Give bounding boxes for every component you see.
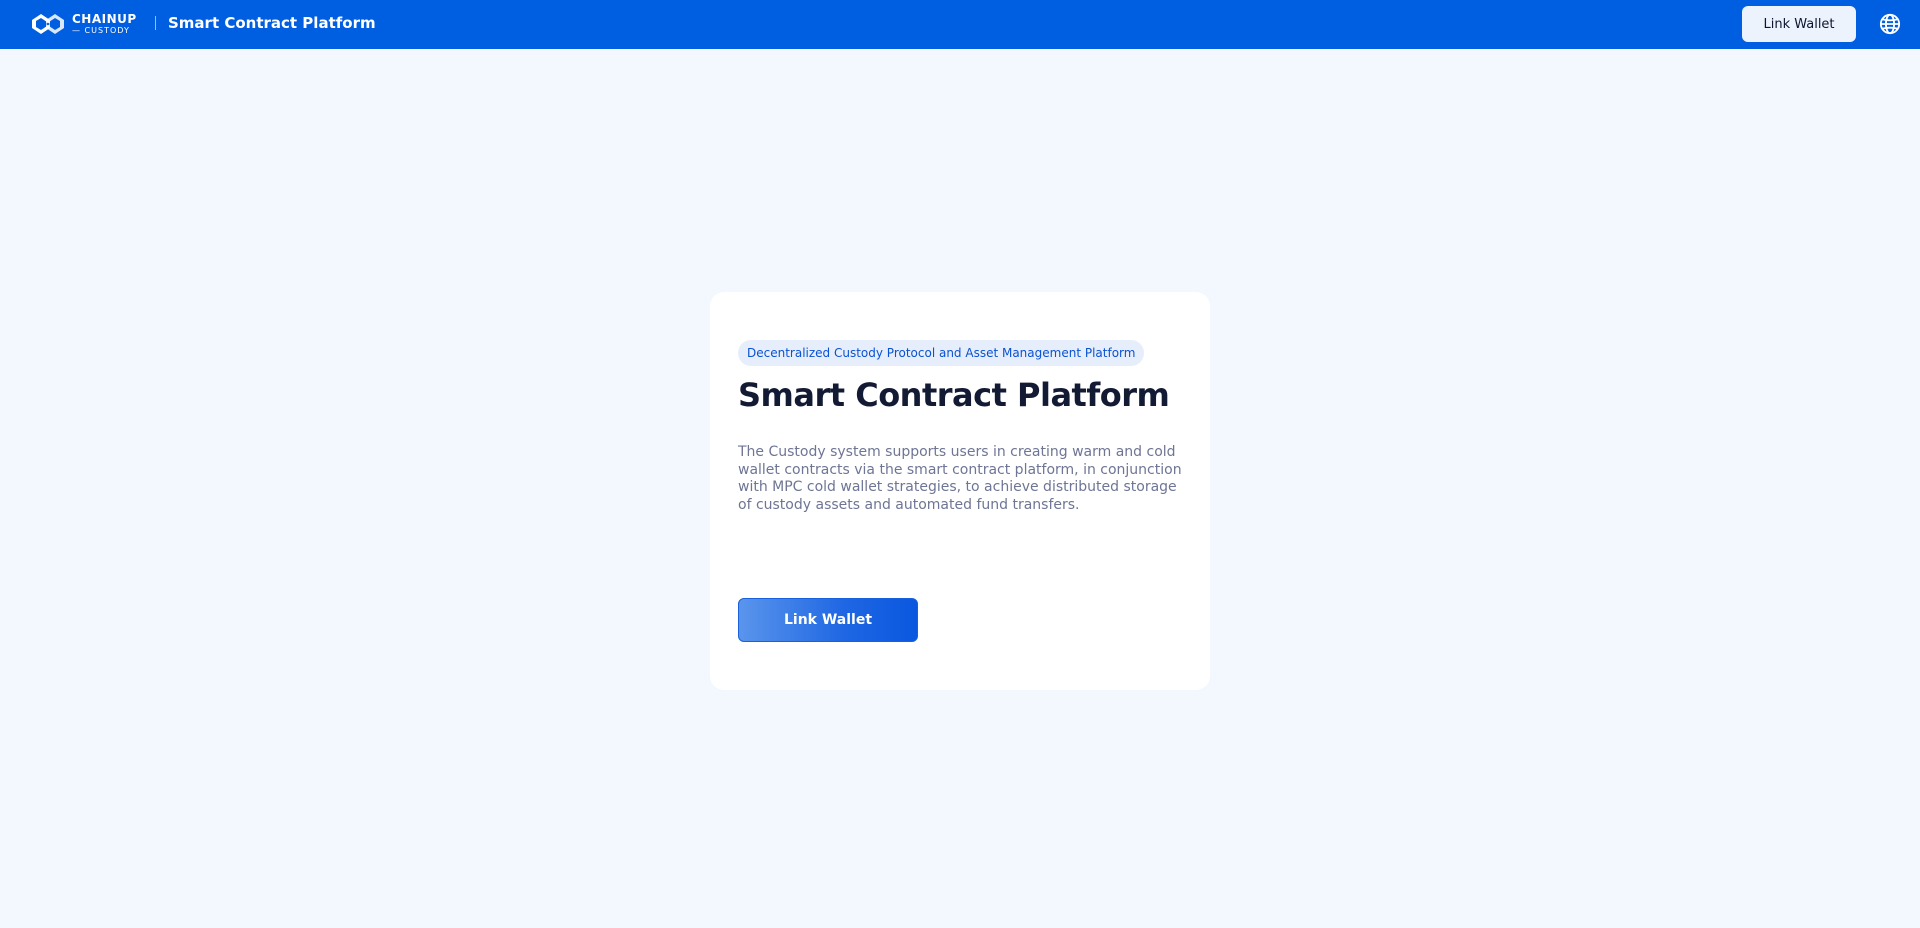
chainup-logo-icon — [32, 14, 64, 34]
card-description: The Custody system supports users in cre… — [738, 444, 1182, 513]
intro-card: Decentralized Custody Protocol and Asset… — [710, 292, 1210, 690]
platform-tag-badge: Decentralized Custody Protocol and Asset… — [738, 340, 1145, 366]
logo-wordmark: CHAINUP — CUSTODY — [72, 13, 137, 35]
card-title: Smart Contract Platform — [738, 376, 1170, 414]
header-divider — [155, 16, 156, 30]
logo-brand-text: CHAINUP — [72, 12, 137, 26]
header-link-wallet-button[interactable]: Link Wallet — [1742, 6, 1856, 42]
link-wallet-button[interactable]: Link Wallet — [738, 598, 918, 642]
header-title: Smart Contract Platform — [168, 14, 376, 32]
globe-icon[interactable] — [1879, 13, 1901, 35]
logo-sub-text: — CUSTODY — [72, 26, 130, 35]
top-navbar: CHAINUP — CUSTODY Smart Contract Platfor… — [0, 0, 1920, 49]
chainup-logo[interactable]: CHAINUP — CUSTODY — [28, 10, 137, 38]
